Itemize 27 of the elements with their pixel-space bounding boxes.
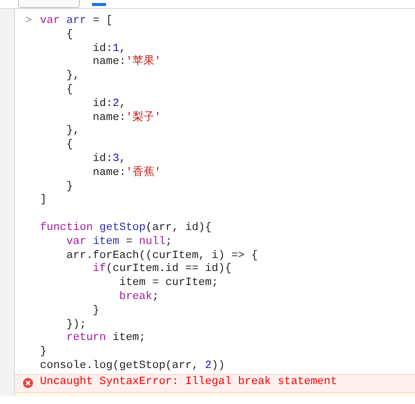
code-line: return item; xyxy=(65,332,147,346)
code-line: function getStop(arr, id){ xyxy=(40,222,213,236)
code-line: }, xyxy=(65,70,81,84)
code-line: } xyxy=(92,304,100,319)
code-line: { xyxy=(65,139,74,153)
code-line: id:1, xyxy=(92,42,127,56)
code-line: }); xyxy=(65,318,88,332)
code-line: { xyxy=(65,28,74,43)
code-line: var arr = [ xyxy=(40,15,114,29)
code-line: name:'苹果' xyxy=(92,56,162,70)
code-line: item = curItem; xyxy=(118,277,220,291)
code-line: name:'梨子' xyxy=(92,112,162,126)
code-line: } xyxy=(40,346,48,360)
error-message: Uncaught SyntaxError: Illegal break statement xyxy=(40,376,338,390)
code-line: if(curItem.id == id){ xyxy=(92,263,232,277)
code-line: } xyxy=(65,180,74,194)
code-line: }, xyxy=(65,125,81,139)
code-line: name:'香蕉' xyxy=(92,166,162,181)
code-line: ] xyxy=(40,194,48,208)
code-line: id:3, xyxy=(92,152,127,167)
code-line: { xyxy=(65,84,74,98)
code-line: var item = null; xyxy=(65,236,174,250)
code-line: id:2, xyxy=(92,98,127,112)
code-line: arr.forEach((curItem, i) => { xyxy=(65,250,258,263)
code-line: console.log(getStop(arr, 2)) xyxy=(40,360,226,374)
prompt-icon: > xyxy=(25,15,32,27)
code-line: break; xyxy=(118,290,160,305)
